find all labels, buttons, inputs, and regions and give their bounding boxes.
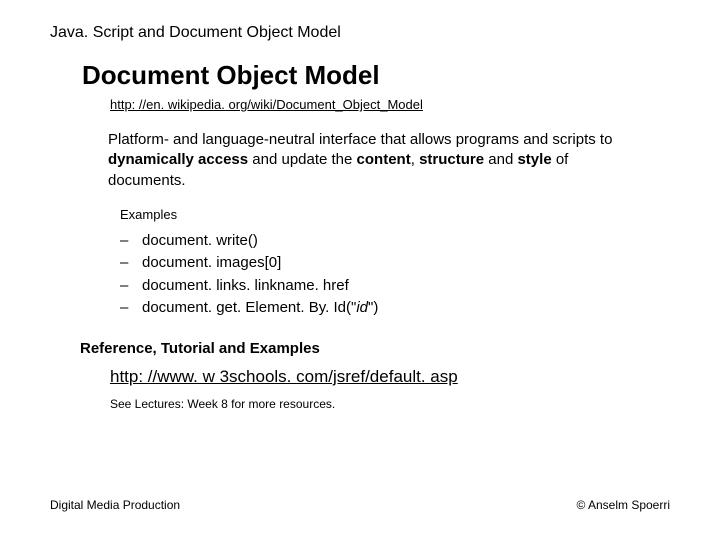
example-arg: id (356, 299, 368, 316)
dash-icon: – (120, 252, 142, 275)
example-code: document. write() (142, 232, 258, 249)
example-code: document. get. Element. By. Id(" (142, 299, 356, 316)
desc-text: Platform- and language-neutral interface… (108, 131, 612, 148)
reference-heading: Reference, Tutorial and Examples (80, 340, 670, 357)
example-code: document. images[0] (142, 254, 281, 271)
desc-text: , (411, 151, 419, 168)
list-item: –document. write() (120, 230, 670, 253)
footer-right: © Anselm Spoerri (576, 498, 670, 512)
examples-list: –document. write() –document. images[0] … (120, 230, 670, 320)
examples-label: Examples (120, 207, 670, 222)
w3schools-link[interactable]: http: //www. w 3schools. com/jsref/defau… (110, 367, 670, 387)
dash-icon: – (120, 297, 142, 320)
desc-text: and (484, 151, 517, 168)
desc-bold-style: style (517, 151, 551, 168)
see-lectures-note: See Lectures: Week 8 for more resources. (110, 397, 670, 411)
description-paragraph: Platform- and language-neutral interface… (108, 130, 640, 191)
footer-left: Digital Media Production (50, 498, 180, 512)
dash-icon: – (120, 275, 142, 298)
footer: Digital Media Production © Anselm Spoerr… (50, 498, 670, 512)
desc-bold-content: content (357, 151, 411, 168)
desc-bold-structure: structure (419, 151, 484, 168)
dash-icon: – (120, 230, 142, 253)
page-header: Java. Script and Document Object Model (50, 24, 670, 42)
example-code: document. links. linkname. href (142, 277, 349, 294)
list-item: –document. images[0] (120, 252, 670, 275)
wikipedia-link[interactable]: http: //en. wikipedia. org/wiki/Document… (110, 97, 670, 112)
desc-text: and update the (248, 151, 356, 168)
list-item: –document. get. Element. By. Id("id") (120, 297, 670, 320)
list-item: –document. links. linkname. href (120, 275, 670, 298)
desc-bold-access: dynamically access (108, 151, 248, 168)
main-title: Document Object Model (82, 60, 670, 91)
example-code: ") (368, 299, 378, 316)
